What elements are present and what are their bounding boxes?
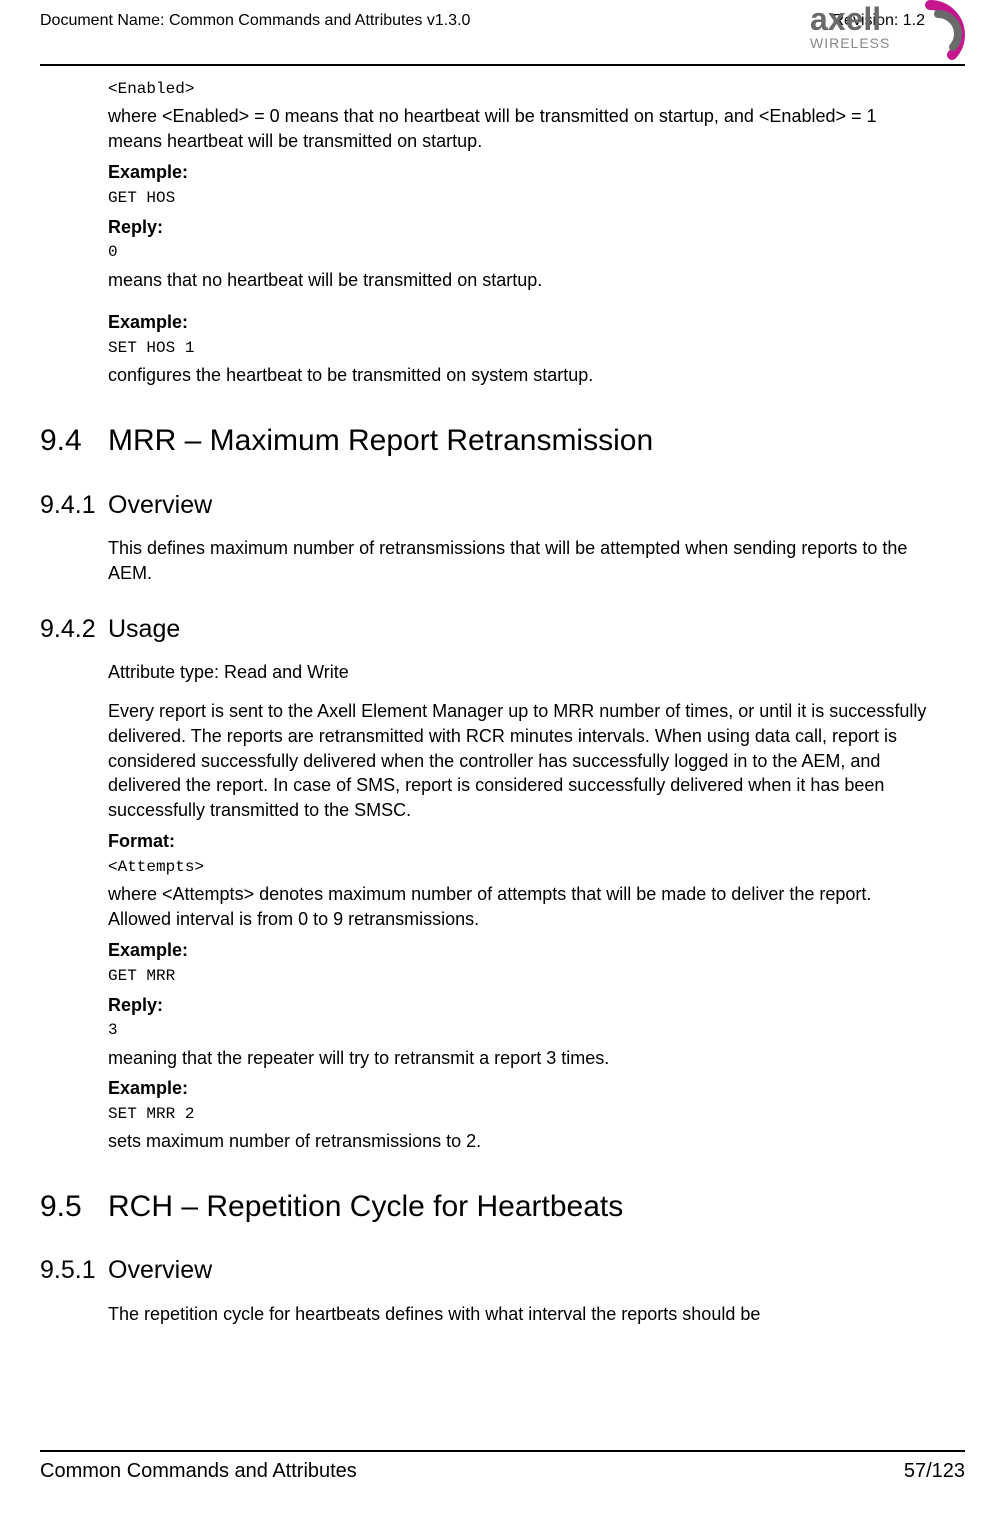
footer-row: Common Commands and Attributes 57/123 [40,1460,965,1483]
reply-0-description: means that no heartbeat will be transmit… [108,268,935,293]
example-label-2: Example: [108,310,935,335]
usage-body: Every report is sent to the Axell Elemen… [108,699,935,823]
heading-9-4-title: MRR – Maximum Report Retransmission [108,420,653,461]
format-label: Format: [108,829,935,854]
overview-9-4-1-body: This defines maximum number of retransmi… [108,536,935,586]
example-label-3: Example: [108,938,935,963]
code-enabled-tag: <Enabled> [108,78,935,100]
page-footer: Common Commands and Attributes 57/123 [40,1450,965,1483]
overview-9-5-1-body: The repetition cycle for heartbeats defi… [108,1302,935,1327]
logo-main-text: axell [810,1,881,37]
code-reply-0: 0 [108,241,935,263]
logo-swirl-inner-icon [938,14,958,47]
footer-divider [40,1450,965,1452]
heading-9-5-1: 9.5.1 Overview [108,1253,935,1288]
brand-logo: axell WIRELESS [810,0,985,64]
code-get-mrr: GET MRR [108,965,935,987]
code-set-mrr: SET MRR 2 [108,1103,935,1125]
attempts-description: where <Attempts> denotes maximum number … [108,882,935,932]
heading-9-5-1-title: Overview [108,1253,212,1288]
heading-9-4: 9.4 MRR – Maximum Report Retransmission [108,420,935,461]
code-set-hos: SET HOS 1 [108,337,935,359]
code-reply-3: 3 [108,1019,935,1041]
footer-title: Common Commands and Attributes [40,1460,357,1483]
page-number: 57/123 [904,1460,965,1483]
page: Document Name: Common Commands and Attri… [0,0,1005,1517]
heading-9-5-number: 9.5 [40,1186,108,1227]
heading-9-4-1-number: 9.4.1 [40,488,108,523]
heading-9-4-2: 9.4.2 Usage [108,612,935,647]
logo-sub-text: WIRELESS [810,35,890,51]
heading-9-5: 9.5 RCH – Repetition Cycle for Heartbeat… [108,1186,935,1227]
code-attempts-tag: <Attempts> [108,856,935,878]
axell-wireless-logo-icon: axell WIRELESS [810,0,985,64]
set-mrr-description: sets maximum number of retransmissions t… [108,1129,935,1154]
set-hos-description: configures the heartbeat to be transmitt… [108,363,935,388]
doc-name: Document Name: Common Commands and Attri… [40,12,773,30]
example-label: Example: [108,160,935,185]
reply-label-2: Reply: [108,993,935,1018]
reply-3-description: meaning that the repeater will try to re… [108,1046,935,1071]
heading-9-4-number: 9.4 [40,420,108,461]
heading-9-4-1-title: Overview [108,488,212,523]
example-label-4: Example: [108,1076,935,1101]
heading-9-4-2-title: Usage [108,612,180,647]
attribute-type: Attribute type: Read and Write [108,660,935,685]
heading-9-4-2-number: 9.4.2 [40,612,108,647]
code-get-hos: GET HOS [108,187,935,209]
content-area: <Enabled> where <Enabled> = 0 means that… [108,66,935,1327]
heading-9-5-title: RCH – Repetition Cycle for Heartbeats [108,1186,623,1227]
heading-9-5-1-number: 9.5.1 [40,1253,108,1288]
reply-label: Reply: [108,215,935,240]
enabled-description: where <Enabled> = 0 means that no heartb… [108,104,935,154]
heading-9-4-1: 9.4.1 Overview [108,488,935,523]
